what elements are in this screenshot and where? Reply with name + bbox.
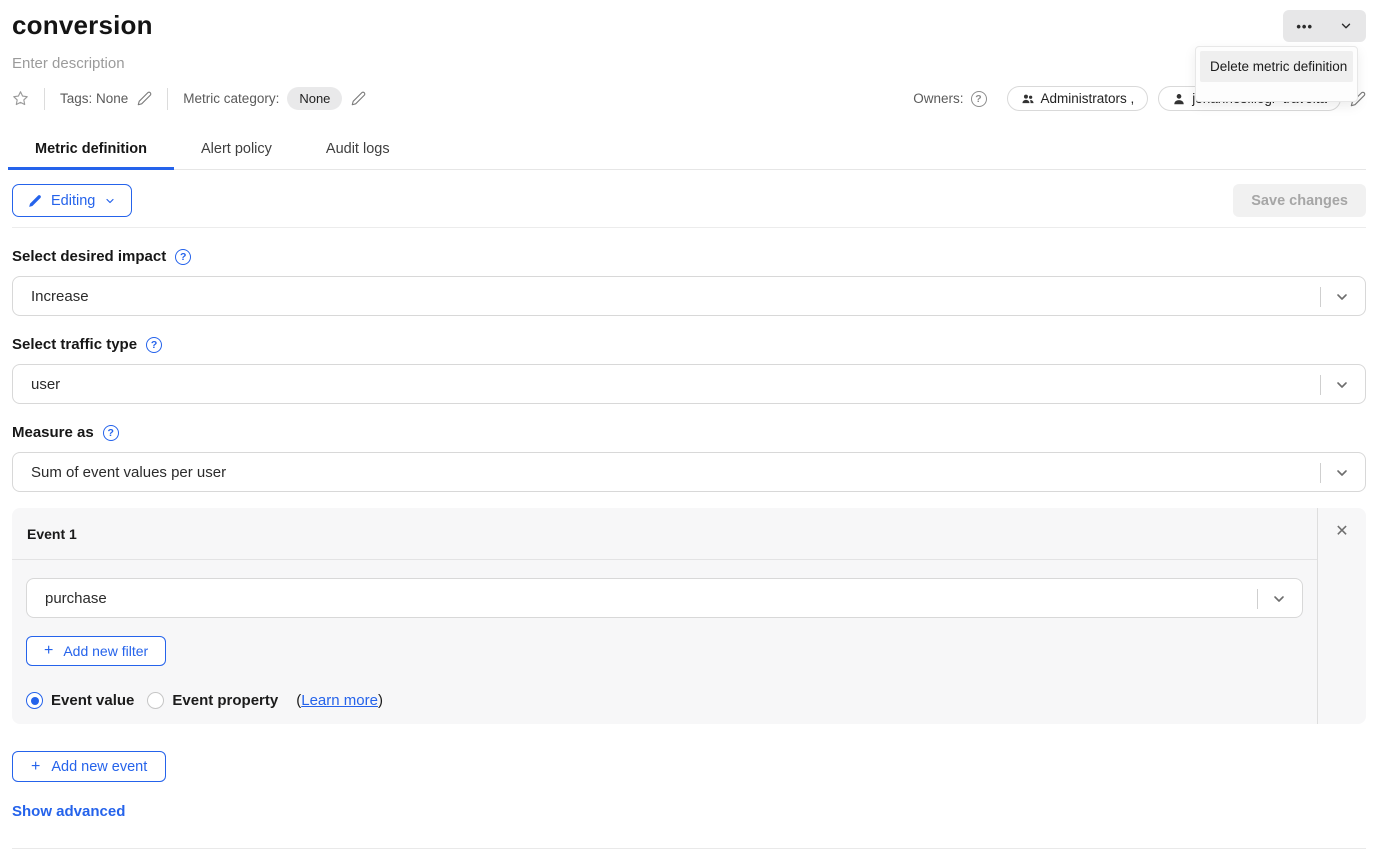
metric-category-badge[interactable]: None	[287, 87, 342, 110]
event-value-radio-label[interactable]: Event value	[51, 692, 134, 709]
chevron-down-icon	[104, 195, 116, 207]
ellipsis-icon: •••	[1296, 20, 1313, 33]
header-dropdown-menu: Delete metric definition	[1195, 46, 1358, 102]
add-new-event-button[interactable]: + Add new event	[12, 751, 166, 782]
value-type-radio-group: Event value Event property (Learn more)	[26, 692, 1303, 709]
event-card-body: purchase + Add new filter Event value	[12, 560, 1317, 724]
divider	[12, 227, 1366, 228]
desired-impact-select[interactable]: Increase	[12, 276, 1366, 316]
divider	[1320, 375, 1321, 395]
event-value-radio[interactable]	[26, 692, 43, 709]
field-label: Measure as ?	[12, 424, 1366, 441]
field-label: Select desired impact ?	[12, 248, 1366, 265]
edit-tags-icon[interactable]	[137, 91, 152, 106]
people-icon	[1021, 92, 1035, 106]
meta-row: Tags: None Metric category: None Owners:…	[12, 86, 1366, 111]
edit-metric-category-icon[interactable]	[351, 91, 366, 106]
metric-detail-page: conversion ••• Enter description	[0, 0, 1378, 851]
metric-category-label: Metric category:	[183, 91, 279, 106]
menu-item-delete-metric-definition[interactable]: Delete metric definition	[1200, 51, 1353, 82]
measure-as-select[interactable]: Sum of event values per user	[12, 452, 1366, 492]
chevron-down-icon	[1334, 465, 1350, 481]
tab-bar: Metric definition Alert policy Audit log…	[8, 129, 1366, 170]
divider	[1320, 287, 1321, 307]
divider	[1257, 589, 1258, 609]
plus-icon: +	[44, 643, 53, 659]
header: conversion •••	[12, 0, 1366, 42]
divider	[44, 88, 45, 110]
add-event-label: Add new event	[51, 759, 147, 775]
editing-mode-button[interactable]: Editing	[12, 184, 132, 217]
add-new-filter-button[interactable]: + Add new filter	[26, 636, 166, 666]
field-traffic-type: Select traffic type ? user	[12, 336, 1366, 404]
more-options-button[interactable]: •••	[1283, 10, 1326, 42]
measure-as-label: Measure as	[12, 424, 94, 441]
meta-left: Tags: None Metric category: None	[12, 87, 366, 110]
description-input[interactable]: Enter description	[12, 55, 1366, 72]
header-actions: •••	[1283, 10, 1366, 42]
star-icon[interactable]	[12, 90, 29, 107]
event-card-main: Event 1 purchase + Add new filter	[12, 508, 1317, 724]
help-icon[interactable]: ?	[175, 249, 191, 265]
measure-as-value: Sum of event values per user	[31, 464, 226, 481]
page-title: conversion	[12, 10, 153, 41]
owner-name: Administrators ,	[1041, 91, 1135, 106]
toolbar: Editing Save changes	[12, 184, 1366, 217]
tab-metric-definition[interactable]: Metric definition	[8, 129, 174, 169]
event-card-side: ✕	[1317, 508, 1366, 724]
paren-close: )	[378, 692, 383, 709]
event-property-radio-label[interactable]: Event property	[172, 692, 278, 709]
owner-pill-group[interactable]: Administrators ,	[1007, 86, 1149, 111]
save-changes-button[interactable]: Save changes	[1233, 184, 1366, 217]
help-icon[interactable]: ?	[146, 337, 162, 353]
chevron-down-icon	[1334, 289, 1350, 305]
event-property-radio[interactable]	[147, 692, 164, 709]
pencil-icon	[28, 194, 42, 208]
field-measure-as: Measure as ? Sum of event values per use…	[12, 424, 1366, 492]
tags-label: Tags: None	[60, 91, 128, 106]
owners-label: Owners:	[913, 91, 963, 106]
person-icon	[1172, 92, 1186, 106]
close-icon[interactable]: ✕	[1335, 524, 1348, 540]
field-desired-impact: Select desired impact ? Increase	[12, 248, 1366, 316]
owners-help-icon[interactable]: ?	[971, 91, 987, 107]
editing-label: Editing	[51, 193, 95, 209]
add-filter-label: Add new filter	[63, 643, 148, 659]
event-card: Event 1 purchase + Add new filter	[12, 508, 1366, 724]
learn-more-link[interactable]: Learn more	[301, 692, 378, 709]
chevron-down-icon	[1339, 19, 1353, 33]
event-name-value: purchase	[45, 590, 107, 607]
divider	[12, 848, 1366, 849]
desired-impact-value: Increase	[31, 288, 89, 305]
traffic-type-label: Select traffic type	[12, 336, 137, 353]
event-name-select[interactable]: purchase	[26, 578, 1303, 618]
chevron-down-icon	[1271, 591, 1287, 607]
tab-audit-logs[interactable]: Audit logs	[299, 129, 417, 169]
learn-more-wrap: (Learn more)	[296, 692, 383, 709]
field-label: Select traffic type ?	[12, 336, 1366, 353]
plus-icon: +	[31, 759, 40, 775]
event-card-title: Event 1	[12, 508, 1317, 560]
chevron-down-icon	[1334, 377, 1350, 393]
show-advanced-link[interactable]: Show advanced	[12, 803, 125, 820]
header-dropdown-button[interactable]	[1326, 10, 1366, 42]
desired-impact-label: Select desired impact	[12, 248, 166, 265]
tab-alert-policy[interactable]: Alert policy	[174, 129, 299, 169]
traffic-type-select[interactable]: user	[12, 364, 1366, 404]
divider	[1320, 463, 1321, 483]
traffic-type-value: user	[31, 376, 60, 393]
help-icon[interactable]: ?	[103, 425, 119, 441]
divider	[167, 88, 168, 110]
